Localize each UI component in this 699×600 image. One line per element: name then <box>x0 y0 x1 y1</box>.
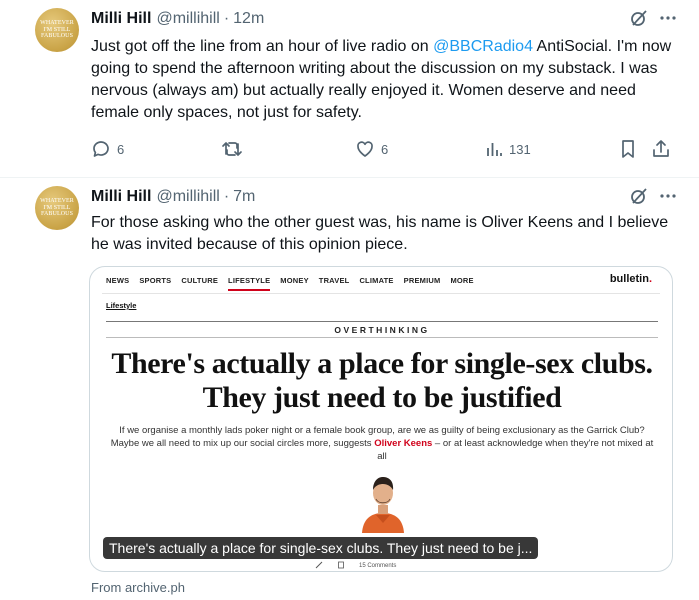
card-source[interactable]: From archive.ph <box>91 580 185 595</box>
text-part: Just got off the line from an hour of li… <box>91 38 434 55</box>
retweet-icon <box>222 142 242 156</box>
nav-item-active: LIFESTYLE <box>228 276 271 291</box>
share-icon <box>653 140 669 157</box>
card-caption: There's actually a place for single-sex … <box>103 537 539 559</box>
like-button[interactable]: 6 <box>355 136 388 162</box>
avatar-text: FABULOUS <box>40 33 74 40</box>
mention-link[interactable]: @BBCRadio4 <box>433 38 533 55</box>
site-logo-text: bulletin <box>609 273 649 285</box>
kicker: OVERTHINKING <box>334 325 430 335</box>
header-actions <box>629 186 677 206</box>
tweet-text: Just got off the line from an hour of li… <box>91 36 681 124</box>
author-photo <box>358 471 408 533</box>
nav-divider <box>102 293 660 294</box>
nav-item: CLIMATE <box>359 276 394 285</box>
nav-item: SPORTS <box>139 276 172 285</box>
nav-item: MONEY <box>280 276 309 285</box>
reply-count: 6 <box>117 141 125 157</box>
tweet-text: For those asking who the other guest was… <box>91 214 669 253</box>
more-icon[interactable] <box>659 187 677 205</box>
header-actions <box>629 8 677 28</box>
bookmark-icon <box>337 561 345 571</box>
reply-button[interactable]: 6 <box>91 136 124 162</box>
section-label: Lifestyle <box>106 301 137 310</box>
like-count: 6 <box>381 141 389 157</box>
views-icon <box>487 143 502 156</box>
nav-item: PREMIUM <box>403 276 441 285</box>
bookmark-icon <box>622 140 634 158</box>
grok-icon[interactable] <box>629 186 649 206</box>
views-button[interactable]: 131 <box>485 136 531 162</box>
nav-item: MORE <box>450 276 474 285</box>
author-handle[interactable]: @millihill <box>156 10 219 28</box>
site-logo-dot: . <box>648 273 652 285</box>
tweet-header: Milli Hill @millihill · 12m <box>91 8 264 30</box>
comments-link: 15 Comments <box>359 563 397 569</box>
tweet-header: Milli Hill @millihill · 7m <box>91 186 255 208</box>
tweet[interactable]: WHATEVER I'M STILL FABULOUS Milli Hill @… <box>0 0 699 178</box>
avatar[interactable]: WHATEVER I'M STILL FABULOUS <box>35 186 79 230</box>
article-standfirst: If we organise a monthly lads poker nigh… <box>106 424 658 463</box>
tweet[interactable]: WHATEVER I'M STILL FABULOUS Milli Hill @… <box>0 178 699 600</box>
nav-item: TRAVEL <box>318 276 350 285</box>
rule <box>106 321 658 322</box>
more-icon[interactable] <box>659 9 677 27</box>
nav-item: CULTURE <box>181 276 219 285</box>
separator: · <box>223 188 230 205</box>
author-handle[interactable]: @millihill <box>156 188 219 206</box>
site-logo: bulletin. <box>610 273 652 285</box>
article-author: Oliver Keens <box>374 438 433 449</box>
separator: · <box>223 10 230 27</box>
timestamp[interactable]: 12m <box>233 10 264 28</box>
grok-icon[interactable] <box>629 8 649 28</box>
timestamp[interactable]: 7m <box>233 188 255 206</box>
tweet-actions: 6 6 131 <box>91 136 681 162</box>
like-icon <box>357 141 373 157</box>
author-name[interactable]: Milli Hill <box>91 10 151 28</box>
share-button[interactable] <box>651 136 671 162</box>
views-count: 131 <box>509 141 531 157</box>
avatar[interactable]: WHATEVER I'M STILL FABULOUS <box>35 8 79 52</box>
card-footer: 15 Comments <box>315 561 396 571</box>
nav-item: NEWS <box>106 276 130 285</box>
avatar-text: FABULOUS <box>40 211 74 218</box>
bookmark-button[interactable] <box>619 136 637 162</box>
rule <box>106 337 658 338</box>
author-name[interactable]: Milli Hill <box>91 188 151 206</box>
reply-icon <box>93 141 109 157</box>
article-headline: There's actually a place for single-sex … <box>111 347 653 414</box>
retweet-button[interactable] <box>221 136 243 162</box>
site-nav: NEWS SPORTS CULTURE LIFESTYLE MONEY TRAV… <box>106 276 474 291</box>
share-icon <box>315 561 323 571</box>
link-card[interactable]: NEWS SPORTS CULTURE LIFESTYLE MONEY TRAV… <box>89 266 673 572</box>
